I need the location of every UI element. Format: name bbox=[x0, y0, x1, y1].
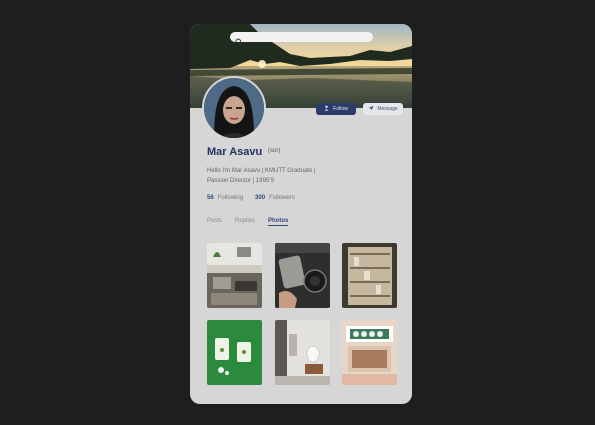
bio-line-1: Hello I'm Mar Asavu | KMUTT Graduate | bbox=[207, 168, 316, 174]
profile-pronouns: (sur) bbox=[268, 148, 281, 154]
tab-posts[interactable]: Posts bbox=[207, 218, 222, 226]
user-plus-icon bbox=[324, 105, 330, 113]
follow-button[interactable]: Follow bbox=[316, 103, 356, 115]
tab-replies[interactable]: Replies bbox=[235, 218, 255, 226]
photo-tile[interactable] bbox=[342, 320, 397, 385]
message-button[interactable]: Message bbox=[363, 103, 403, 115]
profile-name: Mar Asavu bbox=[207, 146, 263, 158]
tab-photos[interactable]: Photos bbox=[268, 218, 289, 226]
photo-tile[interactable] bbox=[275, 243, 330, 308]
followers-label: Followers bbox=[269, 195, 295, 201]
photo-tile[interactable] bbox=[275, 320, 330, 385]
photo-tile[interactable] bbox=[207, 320, 262, 385]
profile-card: Follow Message Mar Asavu (sur) Hello I'm… bbox=[190, 24, 412, 404]
send-icon bbox=[368, 105, 374, 113]
follow-label: Follow bbox=[333, 106, 348, 112]
search-bar[interactable] bbox=[230, 32, 373, 46]
followers-stat[interactable]: 300 Followers bbox=[255, 195, 295, 201]
followers-count: 300 bbox=[255, 195, 266, 201]
profile-stats: 56 Following 300 Followers bbox=[207, 195, 295, 201]
search-icon bbox=[235, 33, 243, 46]
message-label: Message bbox=[377, 106, 398, 112]
profile-bio: Hello I'm Mar Asavu | KMUTT Graduate | P… bbox=[207, 166, 357, 186]
photo-grid bbox=[207, 243, 397, 386]
profile-tabs: Posts Replies Photos bbox=[207, 218, 289, 226]
avatar[interactable] bbox=[202, 76, 266, 140]
following-stat[interactable]: 56 Following bbox=[207, 195, 243, 201]
photo-tile[interactable] bbox=[342, 243, 397, 308]
bio-line-2: Passion Director | 1995'S bbox=[207, 178, 275, 184]
following-label: Following bbox=[217, 195, 244, 201]
photo-tile[interactable] bbox=[207, 243, 262, 308]
following-count: 56 bbox=[207, 195, 214, 201]
